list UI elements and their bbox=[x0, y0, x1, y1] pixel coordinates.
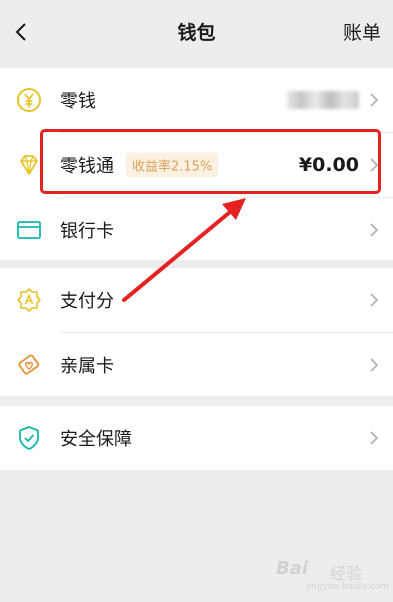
wallet-section-services: 支付分 亲属卡 bbox=[0, 268, 393, 396]
watermark-brand: Bai bbox=[276, 558, 309, 579]
yuan-coin-icon bbox=[17, 88, 41, 112]
chevron-right-icon bbox=[370, 93, 379, 107]
row-label: 安全保障 bbox=[60, 429, 132, 450]
bill-button[interactable]: 账单 bbox=[343, 20, 381, 46]
row-bank-card[interactable]: 银行卡 bbox=[0, 198, 393, 262]
row-family-card[interactable]: 亲属卡 bbox=[0, 333, 393, 397]
wallet-section-security: 安全保障 bbox=[0, 406, 393, 470]
highlight-box bbox=[40, 129, 381, 194]
blurred-balance bbox=[287, 91, 359, 109]
pay-score-icon bbox=[17, 288, 41, 312]
nav-bar: 钱包 账单 bbox=[0, 0, 393, 66]
row-label: 亲属卡 bbox=[60, 356, 114, 377]
chevron-right-icon bbox=[370, 358, 379, 372]
row-pay-score[interactable]: 支付分 bbox=[0, 268, 393, 332]
row-label: 银行卡 bbox=[60, 221, 114, 242]
watermark-suffix: 经验 bbox=[330, 564, 363, 583]
watermark-url: jingyan.baidu.com bbox=[306, 582, 390, 592]
family-card-icon bbox=[18, 354, 40, 375]
baidu-watermark: Bai 经验 jingyan.baidu.com bbox=[276, 556, 390, 596]
row-label: 零钱 bbox=[60, 91, 96, 112]
diamond-icon bbox=[20, 155, 38, 175]
chevron-right-icon bbox=[370, 431, 379, 445]
shield-icon bbox=[19, 426, 39, 450]
bank-card-icon bbox=[17, 221, 41, 239]
row-security[interactable]: 安全保障 bbox=[0, 406, 393, 470]
row-label: 支付分 bbox=[60, 291, 114, 312]
page-title: 钱包 bbox=[177, 22, 216, 44]
chevron-right-icon bbox=[370, 293, 379, 307]
row-change[interactable]: 零钱 bbox=[0, 68, 393, 132]
chevron-right-icon bbox=[370, 223, 379, 237]
